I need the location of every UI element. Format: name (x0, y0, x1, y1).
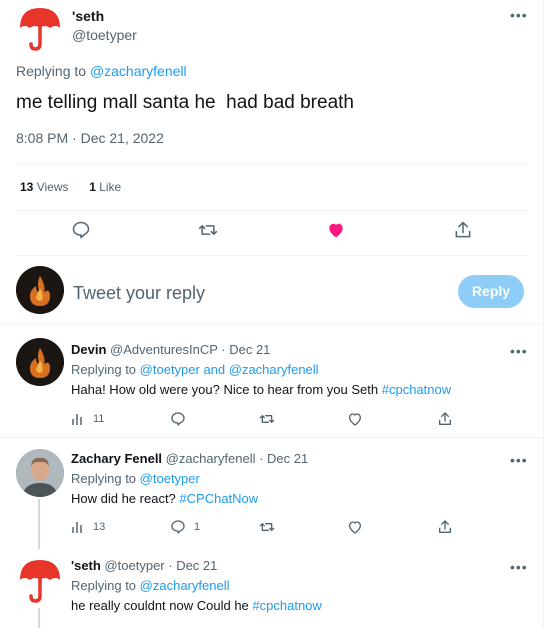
replying-prefix: Replying to (71, 362, 137, 377)
replying-to: Replying to @zacharyfenell (16, 63, 187, 79)
reply-header: Devin @AdventuresInCP · Dec 21 (71, 342, 270, 357)
views-icon (72, 414, 82, 425)
reply-tweet[interactable]: 'seth @toetyper · Dec 21 ••• Replying to… (0, 548, 543, 628)
reply-body: he really couldnt now Could he (71, 598, 249, 613)
reply-icon[interactable] (170, 411, 186, 427)
share-icon[interactable] (453, 220, 475, 242)
share-icon[interactable] (437, 519, 453, 535)
reply-date[interactable]: · Dec 21 (259, 451, 308, 466)
retweet-icon[interactable] (258, 519, 276, 535)
divider (16, 210, 528, 211)
views-icon (72, 522, 82, 533)
reply-text: How did he react? #CPChatNow (71, 491, 258, 506)
likes-count[interactable]: 1 (89, 180, 96, 194)
reply-tweet[interactable]: Devin @AdventuresInCP · Dec 21 ••• Reply… (0, 325, 543, 437)
replying-prefix: Replying to (16, 63, 87, 79)
views-count: 13 (93, 521, 106, 533)
fire-avatar[interactable] (16, 338, 64, 386)
hashtag-link[interactable]: #cpchatnow (382, 382, 451, 397)
replying-prefix: Replying to (71, 578, 137, 593)
reply-actions: 11 (71, 411, 451, 427)
person-avatar[interactable] (16, 449, 64, 497)
author-name[interactable]: Devin (71, 342, 106, 357)
reply-text: he really couldnt now Could he #cpchatno… (71, 598, 322, 613)
replying-to-link[interactable]: @toetyper and @zacharyfenell (140, 362, 319, 377)
author-name[interactable]: 'seth (71, 558, 101, 573)
more-icon[interactable]: ••• (510, 560, 528, 574)
replying-to: Replying to @toetyper and @zacharyfenell (71, 362, 319, 377)
heart-icon[interactable] (347, 519, 363, 535)
replying-to-link[interactable]: @toetyper (140, 471, 200, 486)
views-button[interactable]: 13 (71, 519, 105, 535)
divider (16, 163, 528, 164)
reply-header: Zachary Fenell @zacharyfenell · Dec 21 (71, 451, 308, 466)
reply-count: 1 (194, 521, 201, 533)
reply-body: How did he react? (71, 491, 176, 506)
replying-to-link[interactable]: @zacharyfenell (90, 63, 187, 79)
views-button[interactable]: 11 (71, 411, 104, 427)
reply-actions: 13 1 (71, 519, 451, 535)
umbrella-avatar[interactable] (16, 4, 64, 52)
reply-icon[interactable]: 1 (170, 519, 200, 535)
reply-header: 'seth @toetyper · Dec 21 (71, 558, 217, 573)
thread-line (38, 499, 40, 549)
author-handle[interactable]: @AdventuresInCP (110, 342, 218, 357)
views-label: Views (36, 180, 69, 194)
replying-prefix: Replying to (71, 471, 137, 486)
tweet-timestamp[interactable]: 8:08 PM · Dec 21, 2022 (16, 130, 164, 146)
umbrella-icon (20, 8, 60, 51)
umbrella-avatar[interactable] (16, 556, 64, 604)
share-icon[interactable] (437, 411, 453, 427)
heart-icon[interactable] (326, 220, 348, 242)
reply-date[interactable]: · Dec 21 (168, 558, 217, 573)
tweet-actions (16, 220, 528, 244)
reply-text: Haha! How old were you? Nice to hear fro… (71, 382, 451, 397)
replying-to: Replying to @toetyper (71, 471, 200, 486)
reply-date[interactable]: · Dec 21 (221, 342, 270, 357)
reply-button[interactable]: Reply (458, 275, 524, 308)
views-count: 11 (93, 413, 105, 425)
replying-to: Replying to @zacharyfenell (71, 578, 229, 593)
thread-line (38, 608, 40, 628)
more-icon[interactable]: ••• (510, 8, 528, 22)
fire-icon (16, 338, 64, 386)
reply-body: Haha! How old were you? Nice to hear fro… (71, 382, 379, 397)
reply-tweet[interactable]: Zachary Fenell @zacharyfenell · Dec 21 •… (0, 438, 543, 549)
reply-composer: Tweet your reply Reply (0, 258, 543, 324)
retweet-icon[interactable] (197, 220, 219, 242)
divider (16, 255, 528, 256)
likes-label[interactable]: Like (99, 180, 121, 194)
author-handle[interactable]: @toetyper (104, 558, 164, 573)
umbrella-icon (20, 560, 60, 603)
reply-input[interactable]: Tweet your reply (73, 283, 205, 304)
author-name[interactable]: Zachary Fenell (71, 451, 162, 466)
author-name[interactable]: 'seth (72, 8, 104, 24)
fire-icon (16, 266, 64, 314)
hashtag-link[interactable]: #cpchatnow (252, 598, 321, 613)
retweet-icon[interactable] (258, 411, 276, 427)
author-handle[interactable]: @zacharyfenell (166, 451, 256, 466)
views-count: 13 (20, 180, 34, 194)
hashtag-link[interactable]: #CPChatNow (179, 491, 258, 506)
more-icon[interactable]: ••• (510, 344, 528, 358)
person-icon (16, 449, 64, 497)
heart-icon[interactable] (347, 411, 363, 427)
author-handle[interactable]: @toetyper (72, 27, 137, 43)
replying-to-link[interactable]: @zacharyfenell (140, 578, 230, 593)
tweet-text: me telling mall santa he had bad breath (16, 92, 354, 113)
reply-icon[interactable] (71, 220, 93, 242)
more-icon[interactable]: ••• (510, 453, 528, 467)
tweet-stats: 13 Views 1 Like (20, 180, 121, 194)
user-avatar[interactable] (16, 266, 64, 314)
